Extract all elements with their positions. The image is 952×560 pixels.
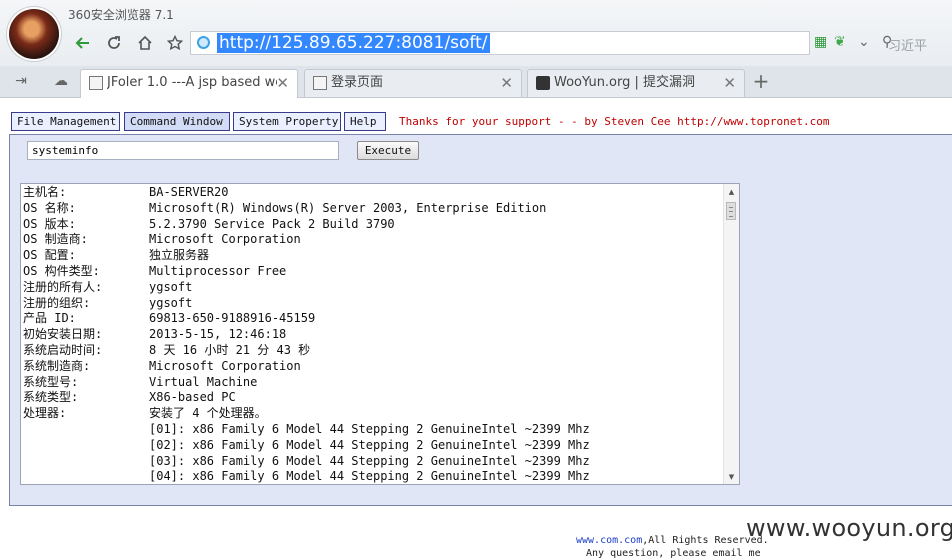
footer-question: Any question, please email me	[586, 548, 761, 559]
tab-close-icon[interactable]: ✕	[723, 70, 736, 96]
site-globe-icon	[197, 36, 210, 49]
output-line: 初始安装日期: 2013-5-15, 12:46:18	[23, 327, 723, 343]
page-footer: www.com.com,All Rights Reserved. Any que…	[576, 534, 769, 560]
tab-wooyun[interactable]: WooYun.org | 提交漏洞 ✕	[527, 69, 745, 97]
output-value: 8 天 16 小时 21 分 43 秒	[149, 342, 311, 357]
page-favicon-icon	[313, 76, 327, 90]
menu-system-property[interactable]: System Property	[233, 112, 341, 131]
output-line: 产品 ID: 69813-650-9188916-45159	[23, 311, 723, 327]
output-line: [03]: x86 Family 6 Model 44 Stepping 2 G…	[23, 454, 723, 470]
url-input[interactable]: http://125.89.65.227:8081/soft/	[217, 33, 490, 53]
leaf-icon[interactable]: ❦	[834, 34, 846, 50]
output-line: 注册的所有人: ygsoft	[23, 280, 723, 296]
reload-icon[interactable]	[101, 30, 127, 56]
output-value: [04]: x86 Family 6 Model 44 Stepping 2 G…	[149, 469, 590, 484]
output-line: OS 配置: 独立服务器	[23, 248, 723, 264]
command-panel: Execute 主机名: BA-SERVER20 OS 名称: Microsoft(R…	[9, 134, 952, 506]
back-arrow-icon[interactable]	[70, 30, 96, 56]
output-key: 注册的所有人:	[23, 279, 103, 294]
sidebar-toggle-icon[interactable]: ⇥	[10, 71, 32, 91]
output-value: Virtual Machine	[149, 374, 258, 389]
output-line: 系统制造商: Microsoft Corporation	[23, 359, 723, 375]
tab-strip: ⇥ ☁ JFoler 1.0 ---A jsp based web ✕ 登录页面…	[0, 66, 952, 98]
output-value: X86-based PC	[149, 390, 236, 405]
output-key: 系统型号:	[23, 374, 79, 389]
output-value: 2013-5-15, 12:46:18	[149, 327, 287, 342]
tab-login[interactable]: 登录页面 ✕	[304, 69, 522, 97]
output-line: [04]: x86 Family 6 Model 44 Stepping 2 G…	[23, 469, 723, 484]
output-value: BA-SERVER20	[149, 185, 229, 199]
output-value: Microsoft(R) Windows(R) Server 2003, Ent…	[149, 200, 547, 215]
chevron-down-icon[interactable]: ⌄	[858, 34, 870, 50]
extension-area: ▦ ❦ ⌄ ⚲ 习近平	[812, 33, 952, 54]
scroll-up-icon[interactable]: ▲	[724, 184, 739, 199]
scroll-thumb[interactable]	[726, 202, 736, 220]
output-lines: 主机名: BA-SERVER20 OS 名称: Microsoft(R) Window…	[23, 185, 723, 484]
tab-close-icon[interactable]: ✕	[276, 70, 289, 96]
output-value: [01]: x86 Family 6 Model 44 Stepping 2 G…	[149, 421, 590, 436]
output-key: 注册的组织:	[23, 295, 91, 310]
output-key: 初始安装日期:	[23, 327, 103, 342]
menu-file-management[interactable]: File Management	[11, 112, 120, 131]
home-icon[interactable]	[132, 30, 158, 56]
output-value: 69813-650-9188916-45159	[149, 311, 316, 326]
output-line: 系统型号: Virtual Machine	[23, 375, 723, 391]
menu-command-window[interactable]: Command Window	[124, 112, 230, 131]
output-line: [01]: x86 Family 6 Model 44 Stepping 2 G…	[23, 422, 723, 438]
output-key: OS 构件类型:	[23, 263, 100, 278]
output-value: ygsoft	[149, 279, 193, 294]
tab-jfoler[interactable]: JFoler 1.0 ---A jsp based web ✕	[80, 69, 298, 98]
menu-help[interactable]: Help	[344, 112, 386, 131]
output-scrollbar[interactable]: ▲ ▼	[723, 184, 739, 484]
output-key: 处理器:	[23, 406, 67, 421]
output-key: 系统类型:	[23, 390, 79, 405]
output-key: OS 名称:	[23, 200, 76, 215]
execute-button[interactable]: Execute	[357, 141, 419, 160]
command-output[interactable]: 主机名: BA-SERVER20 OS 名称: Microsoft(R) Window…	[20, 183, 740, 485]
output-value: 安装了 4 个处理器。	[149, 406, 267, 421]
output-value: [03]: x86 Family 6 Model 44 Stepping 2 G…	[149, 453, 590, 468]
output-key: 产品 ID:	[23, 311, 76, 326]
output-line: 系统类型: X86-based PC	[23, 390, 723, 406]
output-key: 系统制造商:	[23, 358, 91, 373]
output-key: OS 制造商:	[23, 232, 88, 247]
output-line: OS 构件类型: Multiprocessor Free	[23, 264, 723, 280]
tab-close-icon[interactable]: ✕	[500, 70, 513, 96]
user-avatar[interactable]	[9, 9, 59, 59]
cloud-icon[interactable]: ☁	[50, 71, 72, 91]
plus-icon[interactable]: +	[750, 69, 772, 93]
wooyun-favicon-icon	[536, 76, 550, 90]
footer-link[interactable]: www.com.com	[576, 535, 642, 546]
qrcode-icon[interactable]: ▦	[814, 34, 827, 50]
output-value: [02]: x86 Family 6 Model 44 Stepping 2 G…	[149, 437, 590, 452]
output-line: [02]: x86 Family 6 Model 44 Stepping 2 G…	[23, 438, 723, 454]
browser-title: 360安全浏览器 7.1	[68, 8, 174, 22]
output-line: 处理器: 安装了 4 个处理器。	[23, 406, 723, 422]
thanks-text: Thanks for your support - - by Steven Ce…	[399, 115, 830, 128]
address-bar[interactable]: http://125.89.65.227:8081/soft/	[190, 31, 810, 55]
output-value: 5.2.3790 Service Pack 2 Build 3790	[149, 216, 395, 231]
output-value: Microsoft Corporation	[149, 358, 301, 373]
output-line: OS 制造商: Microsoft Corporation	[23, 232, 723, 248]
output-line: 主机名: BA-SERVER20	[23, 185, 723, 201]
output-value: Microsoft Corporation	[149, 232, 301, 247]
output-key: 主机名:	[23, 185, 67, 199]
browser-toolbar: 360安全浏览器 7.1 http://125.89.65.227:8081/s…	[0, 0, 952, 66]
output-value: ygsoft	[149, 295, 193, 310]
watermark-text: www.wooyun.org	[746, 514, 952, 542]
scroll-down-icon[interactable]: ▼	[724, 469, 739, 484]
output-key: OS 配置:	[23, 248, 76, 263]
output-line: 系统启动时间: 8 天 16 小时 21 分 43 秒	[23, 343, 723, 359]
search-hint[interactable]: 习近平	[888, 35, 927, 54]
output-line: OS 版本: 5.2.3790 Service Pack 2 Build 3790	[23, 217, 723, 233]
output-line: OS 名称: Microsoft(R) Windows(R) Server 200…	[23, 201, 723, 217]
page-favicon-icon	[89, 76, 103, 90]
output-value: 独立服务器	[149, 248, 210, 263]
output-value: Multiprocessor Free	[149, 263, 287, 278]
star-icon[interactable]	[162, 30, 188, 56]
output-key: OS 版本:	[23, 216, 76, 231]
output-line: 注册的组织: ygsoft	[23, 296, 723, 312]
output-key: 系统启动时间:	[23, 342, 103, 357]
command-input[interactable]	[27, 141, 339, 160]
